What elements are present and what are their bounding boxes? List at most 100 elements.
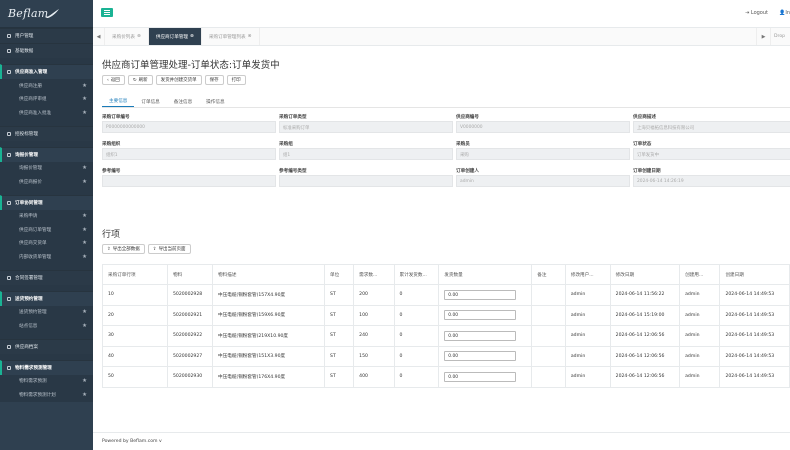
table-cell: admin (679, 366, 721, 388)
field-input[interactable] (279, 175, 453, 187)
star-icon[interactable]: ★ (82, 323, 87, 329)
sidebar-group[interactable]: 送货预约管理 (0, 290, 93, 306)
column-header[interactable]: 采购订单行项 (102, 264, 168, 285)
ship-quantity-input[interactable]: 0.00 (444, 289, 517, 300)
back-button[interactable]: ‹ 返回 (102, 75, 125, 85)
logout-link[interactable]: ⇥ Logout (745, 10, 768, 16)
table-header-row: 采购订单行项 物料 物料描述 单位 需求数... 累计发货数... 发货数量 备注 修改用户..… (102, 264, 790, 285)
sidebar-item[interactable]: 询报价管理 ★ (0, 161, 93, 175)
sidebar-item[interactable]: 供应商订单管理 ★ (0, 223, 93, 237)
page-tab[interactable]: 采购价列表 ⊗ (105, 28, 149, 45)
close-icon[interactable]: ⊗ (137, 34, 141, 39)
star-icon[interactable]: ★ (82, 110, 87, 116)
field-input[interactable]: P0000000000000 (102, 121, 276, 133)
sub-tab[interactable]: 操作信息 (199, 96, 231, 107)
table-row[interactable]: 10 5020002928 中压电缆(铜粉套管)157X4.90度 ST 200 0 0.0… (102, 284, 790, 306)
column-header[interactable]: 发货数量 (438, 264, 533, 285)
star-icon[interactable]: ★ (82, 254, 87, 260)
star-icon[interactable]: ★ (82, 378, 87, 384)
star-icon[interactable]: ★ (82, 96, 87, 102)
field-input[interactable]: 订单发货中 (633, 148, 790, 160)
ship-quantity-input[interactable]: 0.00 (444, 351, 517, 362)
column-header[interactable]: 需求数... (353, 264, 395, 285)
star-icon[interactable]: ★ (82, 392, 87, 398)
brand-logo[interactable]: Beflam (0, 0, 93, 28)
sidebar-group[interactable]: 订单协同管理 (0, 194, 93, 210)
close-icon[interactable]: ⊗ (190, 34, 194, 39)
star-icon[interactable]: ★ (82, 240, 87, 246)
table-row[interactable]: 30 5020002922 中压电缆(铜粉套管)219X10.90度 ST 240 0 0.… (102, 325, 790, 347)
save-button[interactable]: 保存 (204, 75, 224, 85)
star-icon[interactable]: ★ (82, 213, 87, 219)
sidebar-item[interactable]: 物料需求预测 ★ (0, 374, 93, 388)
column-header[interactable]: 修改用户... (564, 264, 611, 285)
menu-toggle-button[interactable] (101, 8, 113, 17)
sidebar-item[interactable]: 采购申请 ★ (0, 209, 93, 223)
field-input[interactable]: 采购 (456, 148, 630, 160)
sidebar-group[interactable]: 基础数据 (0, 43, 93, 58)
column-header[interactable]: 创建日期 (719, 264, 790, 285)
sidebar-group[interactable]: 物料需求预测管理 (0, 359, 93, 375)
column-header[interactable]: 物料 (166, 264, 214, 285)
table-row[interactable]: 40 5020002927 中压电缆(铜粉套管)151X3.90度 ST 150 0 0.0… (102, 345, 790, 367)
column-header[interactable]: 备注 (531, 264, 566, 285)
sidebar-item[interactable]: 供应商交货单 ★ (0, 236, 93, 250)
table-row[interactable]: 20 5020002921 中压电缆(铜粉套管)159X6.90度 ST 100 0 0.0… (102, 304, 790, 326)
column-header[interactable]: 累计发货数... (393, 264, 440, 285)
ship-quantity-input[interactable]: 0.00 (444, 371, 517, 382)
sidebar-item[interactable]: 供应商评审组 ★ (0, 92, 93, 106)
page-tab[interactable]: 供应商订单管理 ⊗ (148, 28, 202, 45)
sidebar-group[interactable]: 供应商准入管理 (0, 64, 93, 79)
export-page-button[interactable]: ⇪ 导出当前页面 (147, 244, 191, 254)
sidebar-item-label: 供应商评审组 (19, 97, 47, 103)
field-input[interactable] (102, 175, 276, 187)
star-icon[interactable]: ★ (82, 165, 87, 171)
star-icon[interactable]: ★ (82, 83, 87, 89)
close-icon[interactable]: ⊗ (248, 34, 252, 39)
tabs-dropdown[interactable]: Drop (770, 28, 790, 45)
column-header[interactable]: 修改日期 (609, 264, 681, 285)
ship-create-delivery-button[interactable]: 发货并创建交货单 (155, 75, 202, 85)
table-cell: 2024-06-14 14:49:53 (719, 366, 790, 388)
sidebar-group[interactable]: 供应商档案 (0, 338, 93, 354)
ship-quantity-input[interactable]: 0.00 (444, 330, 517, 341)
page-tab[interactable]: 采购订单管理列表 ⊗ (202, 28, 260, 45)
column-header[interactable]: 创建用... (679, 264, 721, 285)
table-row[interactable]: 50 5020002930 中压电缆(铜粉套管)176X4.90度 ST 400 0 0.0… (102, 366, 790, 388)
user-menu[interactable]: 👤In (779, 10, 790, 16)
sub-tab[interactable]: 备注信息 (167, 96, 199, 107)
sidebar-group[interactable]: 用户管理 (0, 28, 93, 43)
sub-tab[interactable]: 订单信息 (134, 96, 166, 107)
sidebar-group[interactable]: 招投标管理 (0, 125, 93, 141)
refresh-button[interactable]: ↻ 刷新 (127, 75, 153, 85)
star-icon[interactable]: ★ (82, 179, 87, 185)
sidebar-item[interactable]: 物料需求预测计划 ★ (0, 388, 93, 402)
sidebar-item[interactable]: 站点信息 ★ (0, 319, 93, 333)
field-input[interactable]: 上海贝福拓信息科技有限公司 (633, 121, 790, 133)
field-input[interactable]: 组织1 (102, 148, 276, 160)
sub-tab[interactable]: 主要信息 (102, 96, 135, 107)
column-header[interactable]: 单位 (324, 264, 355, 285)
field-input[interactable]: admin (456, 175, 630, 187)
sidebar-item[interactable]: 供应商准入批准 ★ (0, 106, 93, 120)
ship-quantity-input[interactable]: 0.00 (444, 310, 517, 321)
field-input[interactable]: V0000000 (456, 121, 630, 133)
sidebar-item-label: 基础数据 (15, 49, 34, 54)
export-all-button[interactable]: ⇪ 导出全部数据 (102, 244, 145, 254)
tabs-scroll-left-icon[interactable]: ◀ (93, 28, 105, 45)
sidebar-group[interactable]: 询报价管理 (0, 146, 93, 162)
star-icon[interactable]: ★ (82, 227, 87, 233)
sidebar-item[interactable]: 供应商报价 ★ (0, 175, 93, 189)
sidebar-item[interactable]: 送货预约管理 ★ (0, 305, 93, 319)
sidebar-item[interactable]: 内部收货单管理 ★ (0, 250, 93, 264)
sidebar-group[interactable]: 合同签署管理 (0, 269, 93, 285)
field-input[interactable]: 标准采购订单 (279, 121, 453, 133)
sidebar-item[interactable]: 供应商注册 ★ (0, 79, 93, 93)
column-header[interactable]: 物料描述 (212, 264, 326, 285)
tabs-scroll-right-icon[interactable]: ▶ (756, 28, 770, 45)
menu-group-icon (7, 275, 11, 280)
print-button[interactable]: 打印 (226, 75, 246, 85)
field-input[interactable]: 2024-06-14 14:26:19 (633, 175, 790, 187)
field-input[interactable]: 组1 (279, 148, 453, 160)
star-icon[interactable]: ★ (82, 309, 87, 315)
